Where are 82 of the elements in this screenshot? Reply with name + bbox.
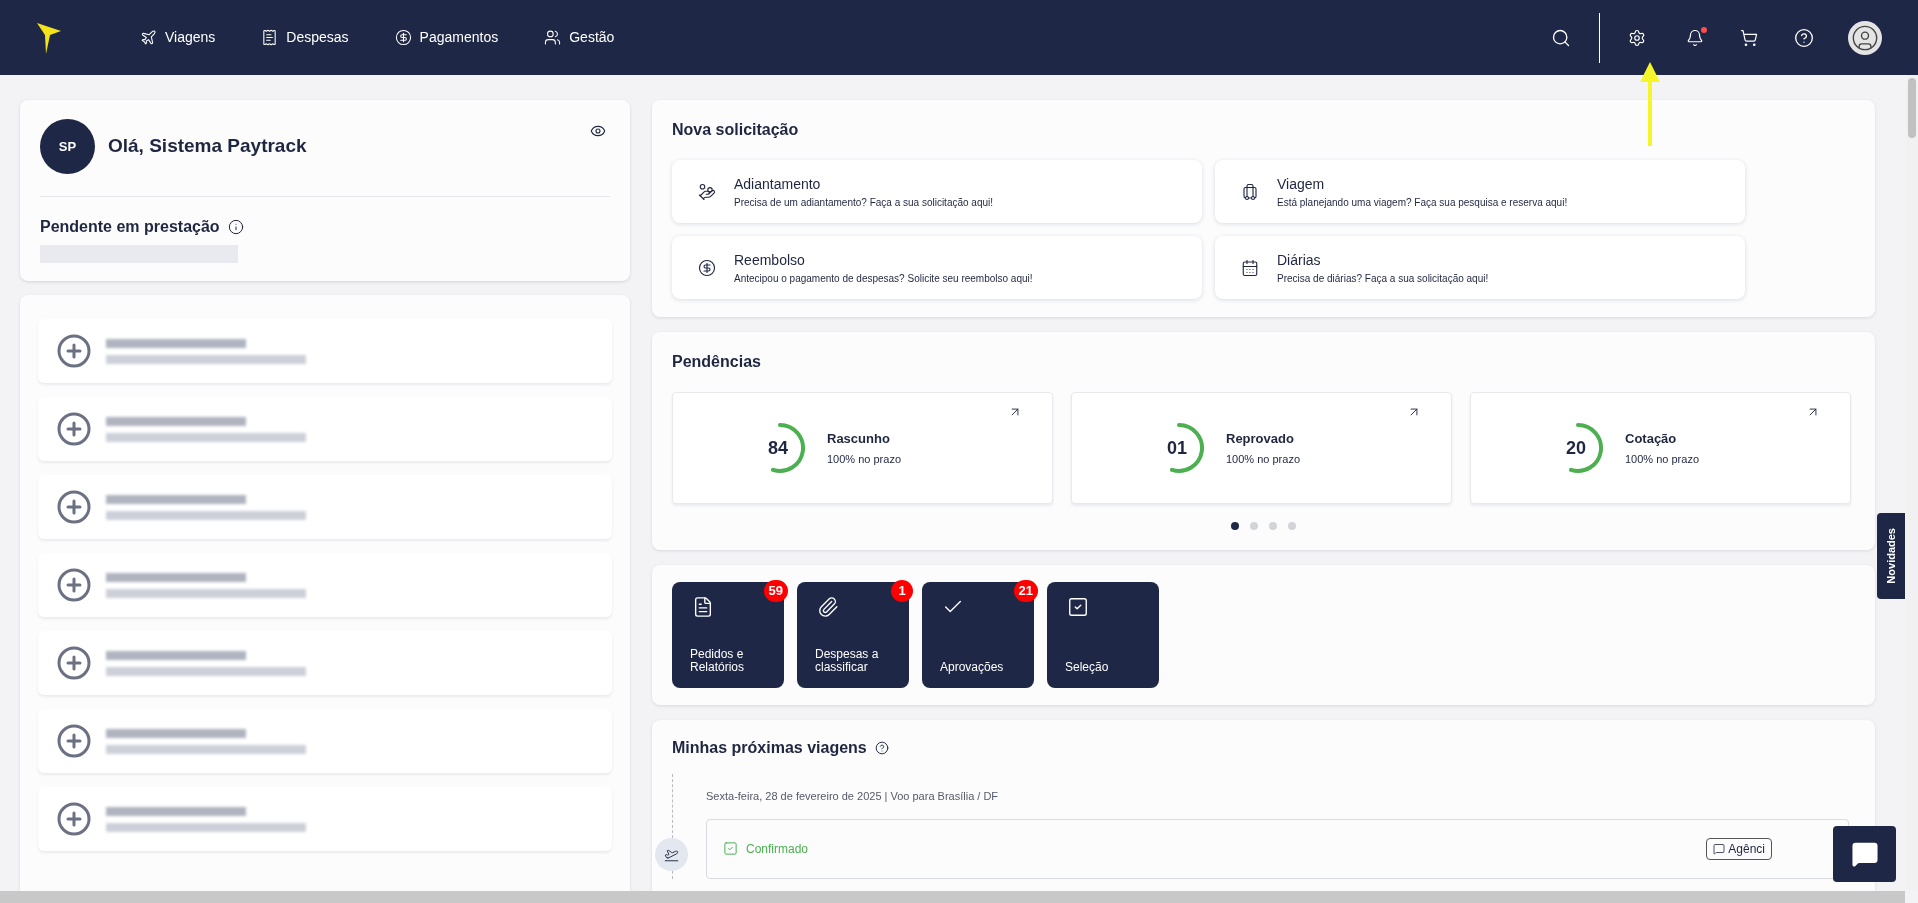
pending-card[interactable]: 01 Reprovado 100% no prazo [1071, 392, 1452, 504]
trip-status: Confirmado [746, 840, 809, 858]
plus-circle-icon [56, 333, 92, 369]
section-title: Pendente em prestação [40, 217, 220, 237]
search-icon[interactable] [1551, 27, 1571, 48]
settings-icon[interactable] [1628, 28, 1646, 47]
chat-icon [1850, 840, 1879, 868]
option-description: Antecipou o pagamento de despesas? Solicite seu reembolso aqui! [734, 271, 1033, 286]
pending-card[interactable]: 84 Rascunho 100% no prazo [672, 392, 1053, 504]
option-title: Adiantamento [734, 174, 822, 194]
nav-link[interactable]: Viagens [140, 27, 216, 48]
plus-circle-icon [56, 567, 92, 603]
request-option-card[interactable]: Reembolso Antecipou o pagamento de despesas? Solicite seu reembolso aqui! [672, 236, 1202, 299]
bell-icon [1686, 28, 1704, 47]
info-icon[interactable] [227, 219, 244, 235]
request-option-card[interactable]: Viagem Está planejando uma viagem? Faça sua pesquisa e reserva aqui! [1215, 160, 1745, 223]
pending-card[interactable]: 20 Cotação 100% no prazo [1470, 392, 1851, 504]
option-title: Reembolso [734, 250, 806, 270]
plus-circle-icon [56, 489, 92, 525]
plus-circle-icon [56, 723, 92, 759]
help-icon[interactable] [874, 741, 889, 755]
cart-icon[interactable] [1740, 28, 1758, 47]
hand-coins-icon [698, 182, 716, 201]
plane-icon [664, 847, 679, 862]
plus-circle-icon [56, 645, 92, 681]
document-icon [692, 596, 714, 618]
shortcut-tile[interactable]: Seleção [1047, 582, 1159, 688]
option-description: Está planejando uma viagem? Faça sua pesquisa e reserva aqui! [1277, 195, 1568, 210]
bell-button[interactable] [1686, 28, 1704, 47]
plus-circle-icon [56, 411, 92, 447]
user-avatar[interactable] [1848, 20, 1882, 55]
tile-label: Pedidos e Relatórios [690, 648, 746, 674]
luggage-icon [1241, 182, 1259, 201]
section-title: Nova solicitação [672, 120, 800, 140]
dollar-icon [698, 258, 716, 277]
request-option-card[interactable]: Diárias Precisa de diárias? Faça a sua solicitação aqui! [1215, 236, 1745, 299]
logo-icon [36, 20, 62, 55]
checkbox-icon [1067, 596, 1089, 618]
checkbox-icon [723, 841, 738, 856]
scrollbar-thumb[interactable] [0, 891, 1905, 903]
nav-link[interactable]: Despesas [261, 27, 349, 48]
count-badge: 59 [763, 580, 788, 602]
user-icon [1851, 23, 1879, 52]
pending-note: 100% no prazo [1625, 451, 1699, 467]
pending-label: Cotação [1625, 430, 1678, 448]
pending-count: 20 [1566, 436, 1587, 460]
eye-icon[interactable] [590, 123, 606, 139]
pending-count: 84 [768, 436, 789, 460]
scrollbar-thumb[interactable] [1908, 78, 1916, 138]
pending-note: 100% no prazo [827, 451, 901, 467]
agency-button[interactable]: Agênci [1706, 837, 1772, 860]
receipt-icon [261, 29, 279, 46]
initials-avatar: SP [40, 119, 95, 174]
option-description: Precisa de diárias? Faça a sua solicitação aqui! [1277, 271, 1489, 286]
plus-circle-icon [56, 801, 92, 837]
section-title: Minhas próximas viagens [672, 738, 867, 758]
count-badge: 21 [1013, 580, 1038, 602]
pending-note: 100% no prazo [1226, 451, 1300, 467]
option-title: Diárias [1277, 250, 1322, 270]
users-icon [544, 29, 562, 46]
plane-icon [140, 29, 157, 46]
paperclip-icon [817, 596, 839, 618]
calendar-icon [1241, 258, 1259, 277]
tile-label: Seleção [1065, 661, 1110, 674]
option-title: Viagem [1277, 174, 1326, 194]
tile-label: Despesas a classificar [815, 648, 880, 674]
pending-count: 01 [1167, 436, 1188, 460]
nav-link[interactable]: Pagamentos [394, 27, 499, 48]
tile-label: Aprovações [940, 661, 1005, 674]
option-description: Precisa de um adiantamento? Faça a sua solicitação aqui! [734, 195, 994, 210]
chat-icon [1713, 842, 1726, 855]
request-option-card[interactable]: Adiantamento Precisa de um adiantamento? Faça a sua solicitação aqui! [672, 160, 1202, 223]
chat-button[interactable] [1833, 826, 1896, 882]
news-side-tab[interactable]: Novidades [1877, 513, 1905, 599]
dollar-icon [394, 29, 412, 46]
count-badge: 1 [891, 580, 913, 602]
pending-label: Reprovado [1226, 430, 1295, 448]
greeting: Olá, Sistema Paytrack [108, 134, 307, 159]
section-title: Pendências [672, 352, 762, 372]
nav-link[interactable]: Gestão [544, 27, 615, 48]
trip-date: Sexta-feira, 28 de fevereiro de 2025 | Voo para Brasília / DF [706, 789, 1000, 804]
pending-label: Rascunho [827, 430, 891, 448]
